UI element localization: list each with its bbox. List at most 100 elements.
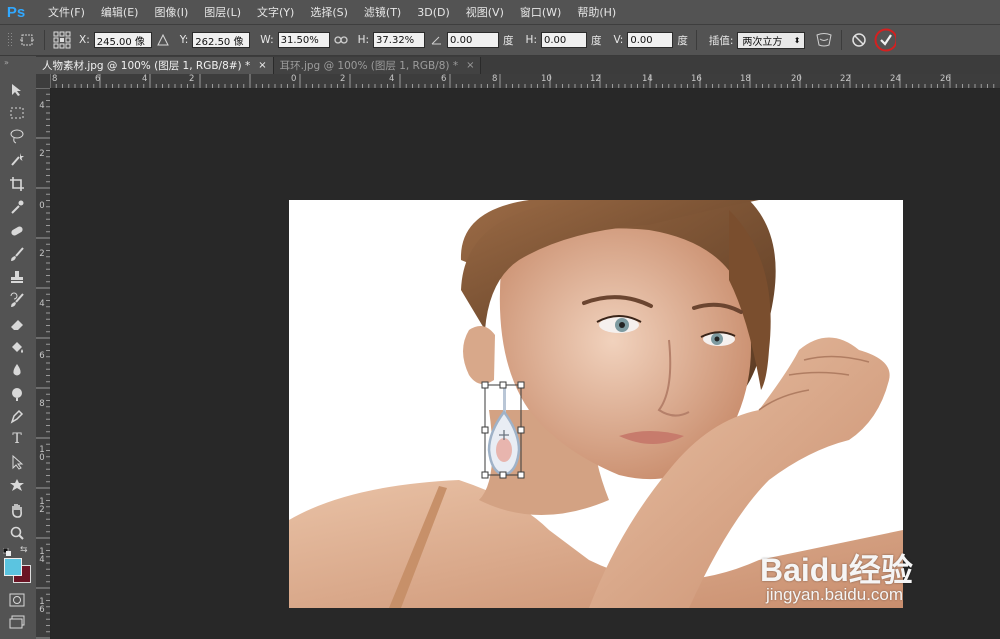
menu-filter[interactable]: 滤镜(T) (356, 4, 409, 20)
ruler-label: 4 (39, 299, 45, 309)
tab-portrait-document[interactable]: 人物素材.jpg @ 100% (图层 1, RGB/8#) * × (36, 57, 274, 74)
separator (841, 30, 842, 50)
zoom-tool-icon[interactable] (6, 523, 28, 543)
ruler-label: 16 (691, 74, 702, 84)
grip-icon (4, 29, 16, 51)
screen-mode-icon[interactable] (6, 612, 28, 632)
pen-tool-icon[interactable] (6, 406, 28, 426)
ruler-label: 16 (39, 597, 45, 615)
lasso-tool-icon[interactable] (6, 126, 28, 146)
ruler-label: 6 (39, 351, 45, 361)
ruler-corner (36, 74, 50, 88)
warp-mode-icon[interactable] (813, 29, 835, 51)
ruler-label: 24 (890, 74, 901, 84)
dodge-tool-icon[interactable] (6, 383, 28, 403)
vskew-label: V: (613, 34, 624, 46)
foreground-color-swatch[interactable] (4, 558, 22, 576)
commit-transform-icon[interactable] (874, 28, 896, 52)
menu-select[interactable]: 选择(S) (302, 4, 356, 20)
y-position-field[interactable] (192, 32, 251, 48)
hskew-label: H: (525, 34, 537, 46)
hand-tool-icon[interactable] (6, 500, 28, 520)
paint-bucket-tool-icon[interactable] (6, 337, 28, 357)
ruler-label: 10 (541, 74, 552, 84)
separator (695, 30, 697, 50)
eraser-tool-icon[interactable] (6, 314, 28, 334)
transform-tool-icon[interactable] (16, 29, 38, 51)
collapse-icon[interactable]: » (4, 58, 9, 67)
crop-tool-icon[interactable] (6, 174, 28, 194)
ruler-label: 12 (39, 497, 45, 515)
ruler-label: 18 (740, 74, 751, 84)
menu-type[interactable]: 文字(Y) (249, 4, 302, 20)
vertical-skew-field[interactable] (627, 32, 674, 48)
tab-earring-document[interactable]: 耳环.jpg @ 100% (图层 1, RGB/8) * × (273, 57, 482, 74)
ruler-label: 8 (52, 74, 58, 84)
marquee-tool-icon[interactable] (6, 103, 28, 123)
angle-unit: 度 (503, 34, 514, 47)
link-icon[interactable] (330, 29, 352, 51)
angle-icon (425, 29, 447, 51)
menu-bar: Ps 文件(F) 编辑(E) 图像(I) 图层(L) 文字(Y) 选择(S) 滤… (0, 0, 1000, 25)
history-brush-tool-icon[interactable] (6, 290, 28, 310)
clone-stamp-tool-icon[interactable] (6, 267, 28, 287)
swap-colors-icon[interactable]: ⇆ (20, 545, 28, 555)
ruler-label: 2 (39, 149, 45, 159)
ruler-label: 6 (441, 74, 447, 84)
ruler-label: 8 (492, 74, 498, 84)
close-icon[interactable]: × (466, 60, 474, 71)
ruler-label: 8 (39, 399, 45, 409)
tab-label: 耳环.jpg @ 100% (图层 1, RGB/8) * (279, 60, 459, 72)
quick-mask-icon[interactable] (6, 590, 28, 610)
path-select-tool-icon[interactable] (6, 452, 28, 472)
ruler-label: 22 (840, 74, 851, 84)
menu-layer[interactable]: 图层(L) (196, 4, 249, 20)
toolbox: » T ⇆ (0, 56, 37, 639)
width-field[interactable] (277, 32, 330, 48)
ruler-label: 12 (590, 74, 601, 84)
options-bar: X: Y: W: H: 度 H: 度 V: 度 插值: 两次立方 ⬍ (0, 25, 1000, 56)
document-tabs: 人物素材.jpg @ 100% (图层 1, RGB/8#) * × 耳环.jp… (36, 56, 1000, 74)
move-tool-icon[interactable] (6, 80, 28, 100)
menu-file[interactable]: 文件(F) (40, 4, 93, 20)
rotate-angle-field[interactable] (447, 32, 500, 48)
ruler-label: 2 (189, 74, 195, 84)
menu-edit[interactable]: 编辑(E) (93, 4, 147, 20)
brush-tool-icon[interactable] (6, 244, 28, 264)
separator (44, 30, 45, 50)
blur-tool-icon[interactable] (6, 360, 28, 380)
cancel-transform-icon[interactable] (848, 29, 870, 51)
interpolation-value: 两次立方 (742, 36, 783, 48)
horizontal-ruler[interactable]: 8 6 4 2 0 2 4 6 8 10 12 14 16 18 20 22 2… (50, 74, 1000, 89)
interpolation-select[interactable]: 两次立方 ⬍ (737, 31, 806, 49)
delta-icon[interactable] (152, 29, 174, 51)
x-label: X: (79, 34, 90, 46)
reference-point-icon[interactable] (51, 29, 73, 51)
eyedropper-tool-icon[interactable] (6, 197, 28, 217)
hskew-unit: 度 (590, 34, 602, 47)
healing-brush-tool-icon[interactable] (6, 221, 28, 241)
vertical-ruler[interactable]: 4 2 0 2 4 6 8 10 12 14 16 (36, 88, 51, 639)
quick-select-tool-icon[interactable] (6, 149, 28, 169)
default-colors-icon[interactable] (2, 546, 11, 556)
interpolation-label: 插值: (708, 34, 734, 47)
ruler-label: 2 (340, 74, 346, 84)
height-field[interactable] (373, 32, 426, 48)
horizontal-skew-field[interactable] (540, 32, 587, 48)
menu-view[interactable]: 视图(V) (458, 4, 512, 20)
close-icon[interactable]: × (258, 60, 266, 71)
ruler-label: 20 (791, 74, 802, 84)
ruler-label: 10 (39, 445, 45, 463)
menu-help[interactable]: 帮助(H) (569, 4, 624, 20)
menu-image[interactable]: 图像(I) (146, 4, 196, 20)
ruler-label: 4 (39, 101, 45, 111)
w-label: W: (260, 34, 274, 46)
menu-3d[interactable]: 3D(D) (409, 6, 458, 19)
menu-window[interactable]: 窗口(W) (512, 4, 569, 20)
ruler-label: 4 (389, 74, 395, 84)
x-position-field[interactable] (93, 32, 152, 48)
updown-arrow-icon: ⬍ (793, 35, 801, 45)
type-tool-icon[interactable]: T (6, 429, 28, 449)
shape-tool-icon[interactable] (6, 475, 28, 495)
photoshop-logo: Ps (6, 3, 26, 21)
